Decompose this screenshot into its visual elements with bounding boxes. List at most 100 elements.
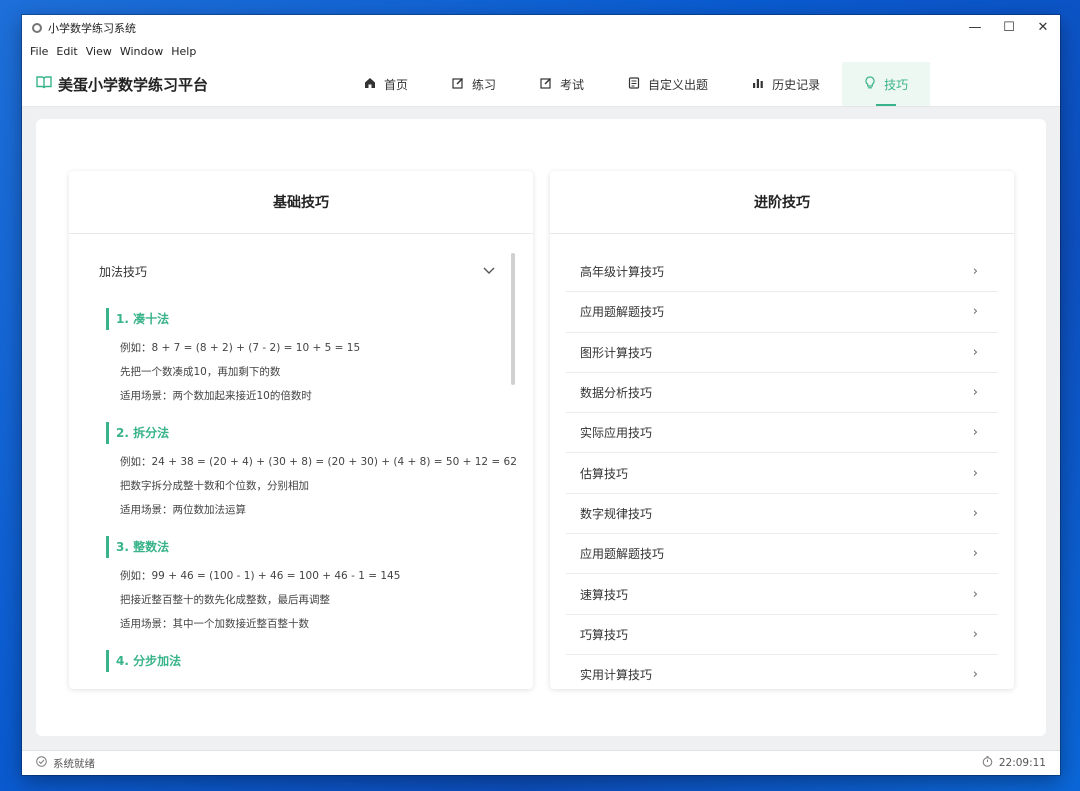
nav-home[interactable]: 首页 — [342, 62, 430, 106]
tip-title: 2. 拆分法 — [106, 422, 493, 444]
tip-title: 4. 分步加法 — [106, 650, 493, 672]
basic-tips-panel: 基础技巧 加法技巧 1. 凑十法 例如：8 + 7 = (8 + 2) + (7… — [69, 171, 533, 689]
list-item[interactable]: 高年级计算技巧 › — [566, 252, 998, 293]
list-item[interactable]: 巧算技巧 › — [566, 615, 998, 655]
list-item-label: 巧算技巧 — [580, 627, 629, 642]
nav-practice[interactable]: 练习 — [430, 62, 518, 106]
chevron-right-icon: › — [972, 586, 978, 602]
nav-custom-label: 自定义出题 — [648, 77, 709, 92]
edit-icon — [540, 77, 552, 92]
nav-exam-label: 考试 — [560, 77, 585, 92]
list-item-label: 估算技巧 — [580, 466, 629, 481]
list-item[interactable]: 实际应用技巧 › — [566, 413, 998, 454]
chevron-right-icon: › — [972, 344, 978, 360]
list-item-label: 数字规律技巧 — [580, 506, 653, 521]
nav-exam[interactable]: 考试 — [518, 62, 606, 106]
advanced-panel-title: 进阶技巧 — [550, 171, 1014, 234]
menu-file[interactable]: File — [26, 45, 52, 58]
list-item-label: 速算技巧 — [580, 587, 629, 602]
menu-view[interactable]: View — [82, 45, 116, 58]
list-item[interactable]: 速算技巧 › — [566, 574, 998, 615]
nav-custom[interactable]: 自定义出题 — [606, 62, 730, 106]
accordion-title: 加法技巧 — [99, 264, 148, 279]
bar-chart-icon — [752, 77, 764, 92]
main-card: 基础技巧 加法技巧 1. 凑十法 例如：8 + 7 = (8 + 2) + (7… — [36, 119, 1046, 736]
document-icon — [628, 76, 640, 92]
advanced-tips-panel: 进阶技巧 高年级计算技巧 › 应用题解题技巧 › 图形计算技巧 › 数据分析技巧 › 实… — [550, 171, 1014, 689]
tip-title: 3. 整数法 — [106, 536, 493, 558]
brand: 美蛋小学数学练习平台 — [22, 74, 342, 95]
tip-scenario: 适用场景：两个数加起来接近10的倍数时 — [120, 390, 312, 402]
basic-panel-title: 基础技巧 — [69, 171, 533, 234]
nav-tips[interactable]: 技巧 — [842, 62, 931, 106]
tip-description: 先把一个数凑成10，再加剩下的数 — [120, 366, 281, 378]
tip-item: 3. 整数法 例如：99 + 46 = (100 - 1) + 46 = 100… — [106, 536, 493, 636]
list-item[interactable]: 数据分析技巧 › — [566, 373, 998, 414]
tip-item: 4. 分步加法 — [106, 650, 493, 672]
list-item[interactable]: 图形计算技巧 › — [566, 333, 998, 373]
chevron-right-icon: › — [972, 505, 978, 521]
close-button[interactable]: ✕ — [1026, 15, 1060, 40]
list-item[interactable]: 数字规律技巧 › — [566, 494, 998, 535]
tip-item: 2. 拆分法 例如：24 + 38 = (20 + 4) + (30 + 8) … — [106, 422, 517, 522]
tip-example: 例如：8 + 7 = (8 + 2) + (7 - 2) = 10 + 5 = … — [120, 342, 361, 354]
chevron-right-icon: › — [972, 546, 978, 562]
menu-window[interactable]: Window — [116, 45, 167, 58]
tip-item: 1. 凑十法 例如：8 + 7 = (8 + 2) + (7 - 2) = 10… — [106, 308, 493, 408]
main-nav: 首页 练习 考试 自定义出题 历史记录 技巧 — [342, 62, 931, 106]
list-item-label: 实用计算技巧 — [580, 668, 653, 683]
tip-description: 把数字拆分成整十数和个位数，分别相加 — [120, 480, 309, 492]
home-icon — [364, 77, 376, 92]
title-bar: 小学数学练习系统 — ☐ ✕ — [22, 15, 1060, 40]
menu-help[interactable]: Help — [167, 45, 200, 58]
status-bar: 系统就绪 22:09:11 — [22, 750, 1060, 775]
list-item-label: 实际应用技巧 — [580, 426, 653, 441]
stopwatch-icon — [982, 756, 993, 770]
tip-scenario: 适用场景：其中一个加数接近整百整十数 — [120, 618, 309, 630]
status-time: 22:09:11 — [998, 757, 1046, 769]
accordion-addition[interactable]: 加法技巧 — [69, 234, 533, 308]
list-item-label: 高年级计算技巧 — [580, 265, 665, 280]
list-item[interactable]: 应用题解题技巧 › — [566, 534, 998, 575]
nav-practice-label: 练习 — [472, 77, 497, 92]
chevron-down-icon — [483, 264, 495, 278]
chevron-right-icon: › — [972, 626, 978, 642]
app-header: 美蛋小学数学练习平台 首页 练习 考试 自定义出题 历史记录 技巧 — [22, 62, 1060, 107]
chevron-right-icon: › — [972, 385, 978, 401]
app-window: 小学数学练习系统 — ☐ ✕ File Edit View Window Hel… — [22, 15, 1060, 775]
list-item[interactable]: 应用题解题技巧 › — [566, 292, 998, 333]
tip-example: 例如：99 + 46 = (100 - 1) + 46 = 100 + 46 -… — [120, 570, 401, 582]
nav-home-label: 首页 — [384, 77, 409, 92]
scrollbar[interactable] — [511, 253, 515, 385]
chevron-right-icon: › — [972, 264, 978, 280]
list-item-label: 图形计算技巧 — [580, 345, 653, 360]
nav-tips-label: 技巧 — [884, 77, 909, 92]
chevron-right-icon: › — [972, 425, 978, 441]
advanced-list: 高年级计算技巧 › 应用题解题技巧 › 图形计算技巧 › 数据分析技巧 › 实际应用技巧… — [550, 234, 1014, 689]
chevron-right-icon: › — [972, 304, 978, 320]
book-icon — [36, 75, 52, 93]
chevron-right-icon: › — [972, 465, 978, 481]
status-text: 系统就绪 — [53, 757, 95, 770]
list-item[interactable]: 估算技巧 › — [566, 453, 998, 494]
accordion-body: 1. 凑十法 例如：8 + 7 = (8 + 2) + (7 - 2) = 10… — [69, 308, 533, 672]
maximize-button[interactable]: ☐ — [992, 15, 1026, 40]
check-circle-icon — [36, 756, 47, 770]
nav-history[interactable]: 历史记录 — [730, 62, 842, 106]
tip-scenario: 适用场景：两位数加法运算 — [120, 504, 246, 516]
menu-bar: File Edit View Window Help — [22, 40, 1060, 62]
app-icon — [32, 22, 42, 33]
list-item-label: 应用题解题技巧 — [580, 547, 665, 562]
menu-edit[interactable]: Edit — [52, 45, 81, 58]
window-title: 小学数学练习系统 — [48, 21, 136, 35]
lightbulb-icon — [864, 76, 876, 92]
chevron-right-icon: › — [972, 667, 978, 683]
edit-icon — [452, 77, 464, 92]
tip-description: 把接近整百整十的数先化成整数，最后再调整 — [120, 594, 330, 606]
list-item[interactable]: 实用计算技巧 › — [566, 655, 998, 689]
tip-example: 例如：24 + 38 = (20 + 4) + (30 + 8) = (20 +… — [120, 456, 517, 468]
content-area: 基础技巧 加法技巧 1. 凑十法 例如：8 + 7 = (8 + 2) + (7… — [22, 107, 1060, 750]
nav-history-label: 历史记录 — [772, 77, 821, 92]
minimize-button[interactable]: — — [958, 15, 992, 40]
list-item-label: 应用题解题技巧 — [580, 305, 665, 320]
